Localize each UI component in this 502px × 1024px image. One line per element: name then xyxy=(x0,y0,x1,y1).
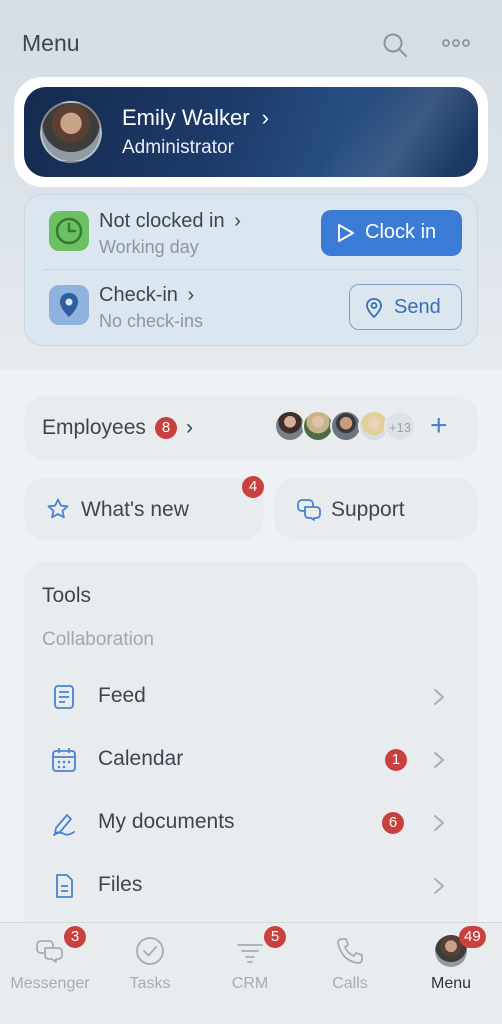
tab-tasks[interactable]: Tasks xyxy=(100,923,200,1003)
profile-name-text: Emily Walker xyxy=(122,105,250,130)
employees-label: Employees xyxy=(42,416,146,439)
my-documents-badge: 6 xyxy=(382,812,404,834)
profile-name: Emily Walker › xyxy=(122,105,269,131)
header: Menu xyxy=(22,30,482,62)
chat-bubbles-icon xyxy=(36,940,63,963)
search-icon[interactable] xyxy=(382,32,408,58)
checkin-sub: No check-ins xyxy=(99,311,204,331)
menu-badge: 49 xyxy=(459,926,486,948)
send-button[interactable]: Send xyxy=(349,284,462,330)
send-label: Send xyxy=(394,296,441,318)
checkin-title[interactable]: Check-in › xyxy=(99,284,194,307)
star-icon xyxy=(47,498,69,519)
chevron-right-icon: › xyxy=(187,284,195,306)
employees-card[interactable]: Employees 8 › +13 + xyxy=(24,396,478,460)
employees-badge: 8 xyxy=(155,417,177,439)
phone-icon xyxy=(337,938,363,964)
tool-item-files[interactable]: Files xyxy=(24,858,478,914)
page-title: Menu xyxy=(22,30,80,56)
tool-label: Feed xyxy=(98,684,146,707)
support-button[interactable]: Support xyxy=(274,478,478,540)
tab-label: Messenger xyxy=(10,975,90,992)
chevron-right-icon: › xyxy=(261,105,269,130)
tab-label: Tasks xyxy=(129,975,171,992)
play-icon xyxy=(338,224,354,242)
tab-label: Calls xyxy=(332,975,368,992)
tools-title: Tools xyxy=(42,584,92,607)
funnel-icon xyxy=(237,944,263,963)
more-horizontal-icon[interactable] xyxy=(442,36,470,50)
clock-in-button[interactable]: Clock in xyxy=(321,210,462,256)
file-icon xyxy=(56,874,73,898)
clock-icon xyxy=(49,211,89,251)
chevron-right-icon: › xyxy=(186,416,193,439)
tool-item-feed[interactable]: Feed xyxy=(24,669,478,725)
clock-status-title[interactable]: Not clocked in › xyxy=(99,210,241,233)
feed-icon xyxy=(54,685,74,709)
chevron-right-icon xyxy=(434,878,444,894)
employees-more-count[interactable]: +13 xyxy=(384,410,416,442)
avatar xyxy=(40,101,102,163)
tool-label: My documents xyxy=(98,810,235,833)
clock-status-sub: Working day xyxy=(99,237,199,257)
tab-crm[interactable]: 5 CRM xyxy=(200,923,300,1003)
profile-card[interactable]: Emily Walker › Administrator xyxy=(14,77,488,187)
location-pin-icon xyxy=(49,285,89,325)
chevron-right-icon xyxy=(434,689,444,705)
chevron-right-icon xyxy=(434,815,444,831)
tool-label: Calendar xyxy=(98,747,184,770)
tool-label: Files xyxy=(98,873,143,896)
clock-card: Not clocked in › Working day Clock in Ch… xyxy=(24,194,478,346)
calendar-icon xyxy=(52,748,76,772)
banner-shine xyxy=(285,87,478,177)
tool-item-my-documents[interactable]: My documents 6 xyxy=(24,795,478,851)
check-circle-icon xyxy=(136,937,164,965)
add-employee-button[interactable]: + xyxy=(430,410,448,442)
support-label: Support xyxy=(331,498,405,521)
clock-in-label: Clock in xyxy=(365,221,437,243)
whats-new-label: What's new xyxy=(81,498,189,521)
chat-bubbles-icon xyxy=(297,499,321,521)
collaboration-section-title: Collaboration xyxy=(42,629,154,650)
tools-card: Tools Collaboration Feed Calendar 1 My d… xyxy=(24,562,478,942)
profile-role: Administrator xyxy=(122,137,234,158)
tab-messenger[interactable]: 3 Messenger xyxy=(0,923,100,1003)
tool-item-calendar[interactable]: Calendar 1 xyxy=(24,732,478,788)
chevron-right-icon: › xyxy=(234,210,241,232)
messenger-badge: 3 xyxy=(64,926,86,948)
signature-icon xyxy=(53,814,75,836)
location-pin-icon xyxy=(366,298,382,319)
crm-badge: 5 xyxy=(264,926,286,948)
calendar-badge: 1 xyxy=(385,749,407,771)
checkin-title-text: Check-in xyxy=(99,284,178,306)
clock-status-text: Not clocked in xyxy=(99,210,225,232)
tab-label: CRM xyxy=(231,975,269,992)
tab-menu[interactable]: 49 Menu xyxy=(401,923,501,1003)
whats-new-button[interactable]: What's new 4 xyxy=(24,476,264,540)
divider xyxy=(43,269,461,270)
whats-new-badge: 4 xyxy=(242,476,264,498)
chevron-right-icon xyxy=(434,752,444,768)
profile-banner[interactable]: Emily Walker › Administrator xyxy=(24,87,478,177)
tab-calls[interactable]: Calls xyxy=(300,923,400,1003)
tab-label: Menu xyxy=(430,975,472,992)
tab-bar: 3 Messenger Tasks 5 CRM Calls 49 Menu xyxy=(0,922,502,1024)
